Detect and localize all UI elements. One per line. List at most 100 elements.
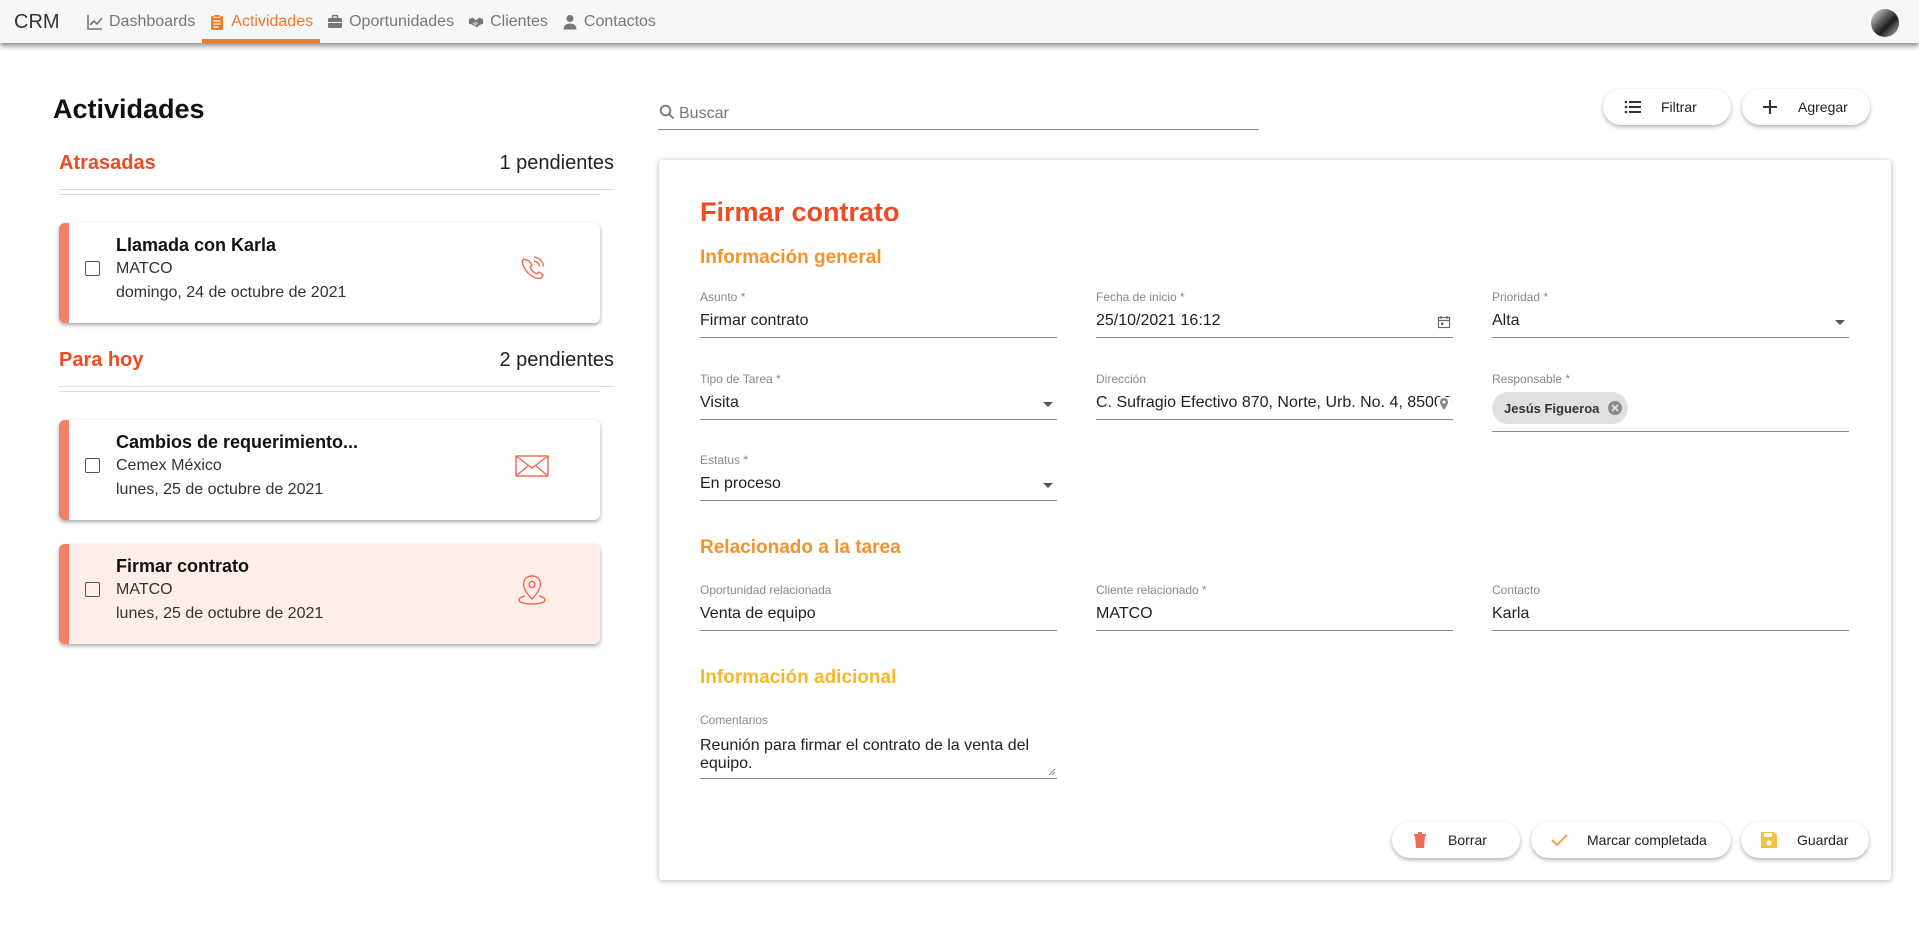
top-navbar: CRM Dashboards Actividades Oportunidades… xyxy=(0,0,1919,43)
nav-contactos-label: Contactos xyxy=(583,12,656,30)
card-accent-bar xyxy=(59,420,69,520)
asunto-field[interactable]: Asunto * Firmar contrato xyxy=(700,290,1057,338)
comentarios-value: Reunión para firmar el contrato de la ve… xyxy=(700,737,1030,772)
cliente-field[interactable]: Cliente relacionado * MATCO xyxy=(1096,583,1453,631)
card-accent-bar xyxy=(59,223,69,323)
dropdown-caret-icon xyxy=(1835,320,1845,325)
dropdown-caret-icon xyxy=(1043,483,1053,488)
extra-info-heading: Información adicional xyxy=(700,667,897,688)
card-title: Cambios de requerimiento... xyxy=(116,432,359,452)
contacto-field[interactable]: Contacto Karla xyxy=(1492,583,1849,631)
plus-icon xyxy=(1763,100,1777,114)
calendar-icon[interactable] xyxy=(1437,315,1451,329)
card-date: domingo, 24 de octubre de 2021 xyxy=(116,284,347,301)
activity-card-selected[interactable]: Firmar contrato MATCO lunes, 25 de octub… xyxy=(59,544,600,644)
activity-card[interactable]: Llamada con Karla MATCO domingo, 24 de o… xyxy=(59,223,600,323)
chip-label: Jesús Figueroa xyxy=(1504,400,1600,416)
direccion-value: C. Sufragio Efectivo 870, Norte, Urb. No… xyxy=(1096,394,1452,411)
chart-line-icon xyxy=(87,14,103,30)
tipo-value: Visita xyxy=(700,394,739,411)
user-avatar[interactable] xyxy=(1871,9,1899,37)
nav-contactos[interactable]: Contactos xyxy=(555,0,663,43)
nav-dashboards-label: Dashboards xyxy=(109,12,196,30)
dropdown-caret-icon xyxy=(1043,402,1053,407)
check-icon xyxy=(1551,834,1568,847)
prioridad-value: Alta xyxy=(1492,312,1520,329)
fecha-field[interactable]: Fecha de inicio * 25/10/2021 16:12 xyxy=(1096,290,1453,338)
add-label: Agregar xyxy=(1798,99,1848,115)
estatus-value: En proceso xyxy=(700,475,781,492)
responsable-field[interactable]: Responsable * Jesús Figueroa xyxy=(1492,372,1849,432)
section-para-hoy: Para hoy 2 pendientes xyxy=(59,349,614,392)
nav-clientes[interactable]: Clientes xyxy=(461,0,555,43)
activity-title: Firmar contrato xyxy=(700,197,900,227)
section-atrasadas: Atrasadas 1 pendientes xyxy=(59,152,614,195)
contacto-input[interactable]: Karla xyxy=(1492,605,1849,631)
comentarios-field[interactable]: Comentarios Reunión para firmar el contr… xyxy=(700,713,1057,779)
direccion-field[interactable]: Dirección C. Sufragio Efectivo 870, Nort… xyxy=(1096,372,1453,420)
complete-checkbox[interactable] xyxy=(85,582,100,597)
nav-actividades-label: Actividades xyxy=(231,12,314,30)
clipboard-icon xyxy=(211,13,224,30)
search-bar xyxy=(658,101,1259,130)
complete-checkbox[interactable] xyxy=(85,458,100,473)
search-icon xyxy=(659,104,675,120)
nav-actividades[interactable]: Actividades xyxy=(202,0,321,43)
estatus-field[interactable]: Estatus * En proceso xyxy=(700,453,1057,501)
tipo-field[interactable]: Tipo de Tarea * Visita xyxy=(700,372,1057,420)
filter-button[interactable]: Filtrar xyxy=(1603,89,1731,125)
field-label: Asunto * xyxy=(700,290,746,304)
activity-detail-panel: Firmar contrato Información general Asun… xyxy=(659,160,1891,880)
cliente-input[interactable]: MATCO xyxy=(1096,605,1453,631)
envelope-icon xyxy=(515,455,549,477)
card-accent-bar xyxy=(59,544,69,644)
asunto-input[interactable]: Firmar contrato xyxy=(700,312,1057,338)
activity-card[interactable]: Cambios de requerimiento... Cemex México… xyxy=(59,420,600,520)
mark-complete-label: Marcar completada xyxy=(1587,832,1707,848)
fecha-input[interactable]: 25/10/2021 16:12 xyxy=(1096,312,1453,338)
oportunidad-field[interactable]: Oportunidad relacionada Venta de equipo xyxy=(700,583,1057,631)
field-label: Oportunidad relacionada xyxy=(700,583,832,597)
direccion-input[interactable]: C. Sufragio Efectivo 870, Norte, Urb. No… xyxy=(1096,394,1453,420)
field-label: Contacto xyxy=(1492,583,1541,597)
card-date: lunes, 25 de octubre de 2021 xyxy=(116,481,324,498)
section-count: 2 pendientes xyxy=(499,349,614,371)
trash-icon xyxy=(1414,832,1426,848)
remove-chip-icon[interactable] xyxy=(1607,400,1623,416)
filter-label: Filtrar xyxy=(1661,99,1697,115)
field-label: Responsable * xyxy=(1492,372,1571,386)
resize-handle-icon[interactable] xyxy=(1048,768,1056,776)
general-info-heading: Información general xyxy=(700,247,882,268)
responsable-chip[interactable]: Jesús Figueroa xyxy=(1492,392,1629,424)
section-name: Para hoy xyxy=(59,349,144,371)
app-brand[interactable]: CRM xyxy=(14,11,60,34)
estatus-select[interactable]: En proceso xyxy=(700,475,1057,501)
tipo-select[interactable]: Visita xyxy=(700,394,1057,420)
comentarios-textarea[interactable]: Reunión para firmar el contrato de la ve… xyxy=(700,735,1057,779)
map-pin-icon xyxy=(518,575,546,605)
responsable-select[interactable]: Jesús Figueroa xyxy=(1492,392,1849,432)
search-input[interactable] xyxy=(679,101,1249,127)
delete-button[interactable]: Borrar xyxy=(1392,822,1520,858)
save-icon xyxy=(1761,832,1777,848)
mark-complete-button[interactable]: Marcar completada xyxy=(1531,822,1731,858)
card-company: Cemex México xyxy=(116,457,222,474)
oportunidad-input[interactable]: Venta de equipo xyxy=(700,605,1057,631)
add-button[interactable]: Agregar xyxy=(1742,89,1870,125)
user-icon xyxy=(563,14,577,29)
delete-label: Borrar xyxy=(1448,832,1487,848)
field-label: Fecha de inicio * xyxy=(1096,290,1185,304)
section-name: Atrasadas xyxy=(59,152,156,174)
save-button[interactable]: Guardar xyxy=(1741,822,1869,858)
handshake-icon xyxy=(468,17,484,27)
nav-oportunidades[interactable]: Oportunidades xyxy=(320,0,461,43)
complete-checkbox[interactable] xyxy=(85,261,100,276)
prioridad-field[interactable]: Prioridad * Alta xyxy=(1492,290,1849,338)
location-pin-icon[interactable] xyxy=(1437,397,1451,411)
nav-dashboards[interactable]: Dashboards xyxy=(80,0,202,43)
card-title: Llamada con Karla xyxy=(116,235,277,255)
related-heading: Relacionado a la tarea xyxy=(700,537,901,558)
prioridad-select[interactable]: Alta xyxy=(1492,312,1849,338)
phone-icon xyxy=(521,256,545,280)
section-divider xyxy=(59,194,600,195)
